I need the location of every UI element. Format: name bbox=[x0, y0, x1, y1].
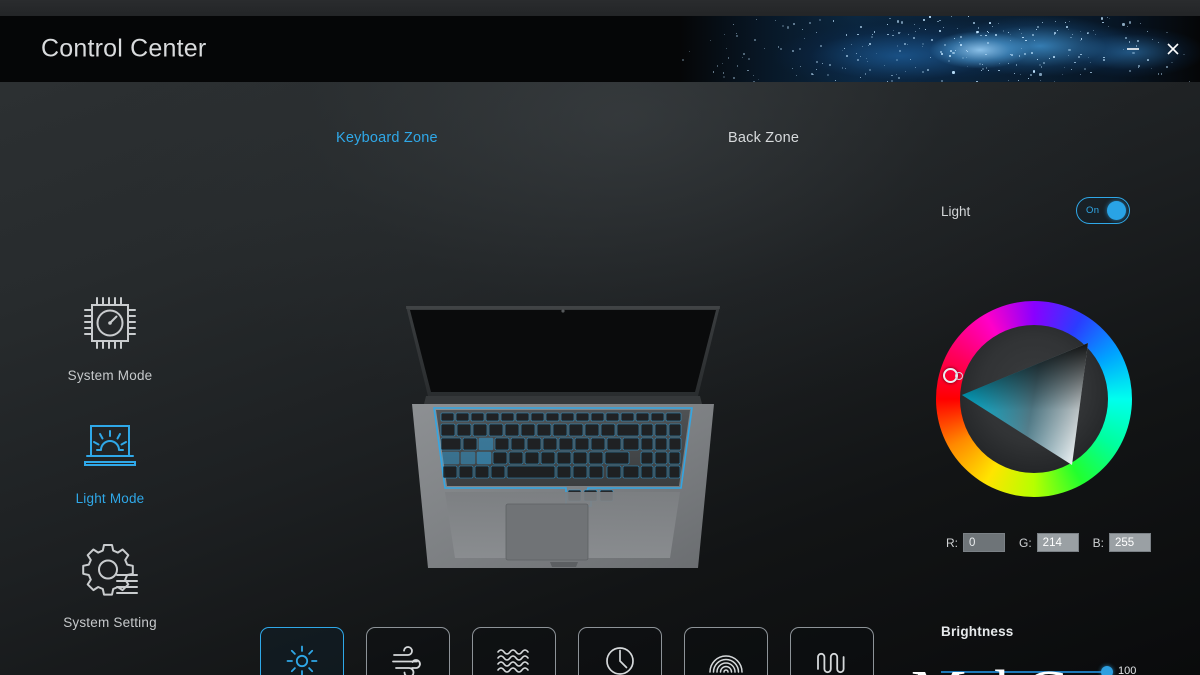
square-wave-icon bbox=[814, 640, 850, 675]
effect-button-flow[interactable]: Flow bbox=[790, 627, 874, 675]
desktop-top-strip bbox=[0, 0, 1200, 16]
r-input[interactable]: 0 bbox=[963, 533, 1005, 552]
rainbow-icon bbox=[707, 640, 745, 675]
g-label: G: bbox=[1019, 535, 1032, 550]
sidebar-item-label: Light Mode bbox=[75, 491, 145, 506]
title-bar: Control Center bbox=[0, 16, 1200, 82]
sidebar-item-label: System Setting bbox=[63, 615, 157, 630]
rgb-inputs: R: 0 G: 214 B: 255 bbox=[946, 533, 1152, 552]
light-toggle-state: On bbox=[1086, 205, 1100, 216]
effect-button-alwayson[interactable]: AlwaysOn bbox=[260, 627, 344, 675]
sidebar-item-label: System Mode bbox=[67, 368, 153, 383]
clock-icon bbox=[603, 640, 637, 675]
light-toggle[interactable]: On bbox=[1076, 197, 1130, 224]
watermark: MobGsm bbox=[911, 662, 1140, 675]
main-content: System Mode Light Mode System Setting Ke… bbox=[0, 82, 1200, 675]
sun-icon bbox=[285, 640, 319, 675]
sidebar-item-system-mode[interactable]: System Mode bbox=[0, 287, 220, 383]
minimize-icon[interactable] bbox=[1120, 36, 1146, 62]
b-label: B: bbox=[1092, 535, 1105, 550]
cpu-gauge-icon bbox=[0, 287, 220, 359]
rgb-group-g: G: 214 bbox=[1019, 533, 1079, 552]
b-input[interactable]: 255 bbox=[1109, 533, 1152, 552]
sidebar: System Mode Light Mode System Setting bbox=[0, 82, 220, 675]
tab-keyboard-zone[interactable]: Keyboard Zone bbox=[336, 130, 438, 146]
effect-button-clock[interactable]: Clock bbox=[578, 627, 662, 675]
sidebar-item-system-setting[interactable]: System Setting bbox=[0, 534, 220, 630]
close-icon[interactable] bbox=[1160, 36, 1186, 62]
laptop-preview bbox=[398, 300, 728, 570]
waves-icon bbox=[495, 640, 533, 675]
tab-back-zone[interactable]: Back Zone bbox=[728, 130, 799, 146]
color-wheel[interactable] bbox=[936, 301, 1132, 497]
rgb-group-b: B: 255 bbox=[1092, 533, 1152, 552]
control-center-window: Control Center System Mode Light Mode Sy… bbox=[0, 0, 1200, 675]
r-label: R: bbox=[946, 535, 958, 550]
g-input[interactable]: 214 bbox=[1036, 533, 1079, 552]
triangle-selector-handle[interactable] bbox=[955, 372, 963, 380]
effect-buttons: AlwaysOn Breath bbox=[260, 627, 874, 675]
wind-icon bbox=[390, 640, 426, 675]
gear-sliders-icon bbox=[0, 534, 220, 606]
brightness-label: Brightness bbox=[941, 624, 1014, 639]
effect-button-rainbow[interactable]: Rainbow bbox=[684, 627, 768, 675]
effect-button-breath[interactable]: Breath bbox=[366, 627, 450, 675]
toggle-knob bbox=[1107, 201, 1126, 220]
laptop-sun-icon bbox=[0, 410, 220, 482]
sidebar-item-light-mode[interactable]: Light Mode bbox=[0, 410, 220, 506]
saturation-triangle[interactable] bbox=[960, 325, 1108, 473]
page-title: Control Center bbox=[41, 34, 207, 63]
window-controls bbox=[1120, 36, 1186, 62]
rgb-group-r: R: 0 bbox=[946, 533, 1005, 552]
light-toggle-label: Light bbox=[941, 204, 971, 219]
effect-button-wave[interactable]: Wave bbox=[472, 627, 556, 675]
